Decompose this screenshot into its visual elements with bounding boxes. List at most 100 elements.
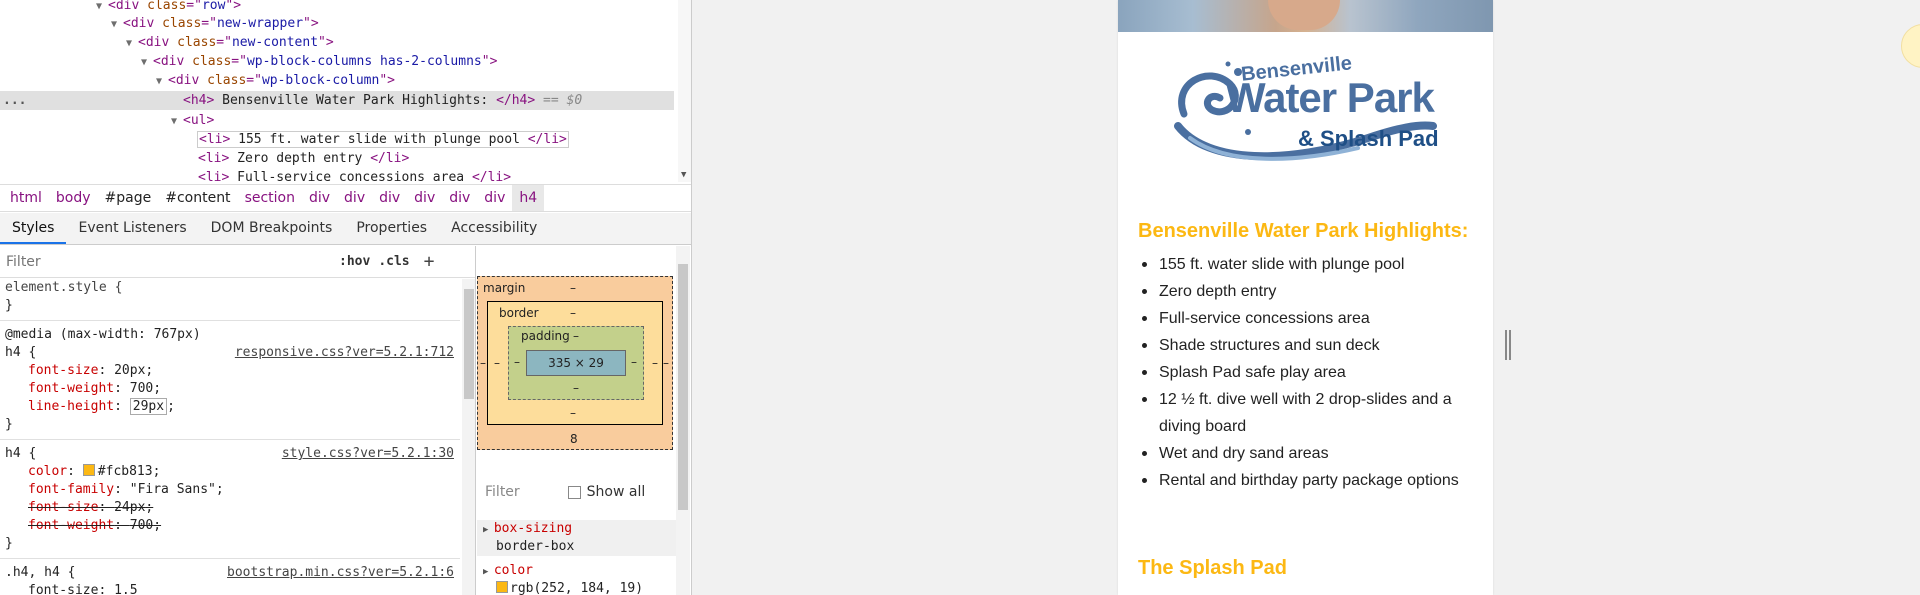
styles-filter-input[interactable] <box>6 250 331 273</box>
list-item: Full-service concessions area <box>1138 305 1483 332</box>
computed-property-value: rgb(252, 184, 19) <box>477 580 677 595</box>
new-rule-plus-icon[interactable]: + <box>424 251 435 272</box>
dom-node-li[interactable]: <li> 155 ft. water slide with plunge poo… <box>0 130 674 149</box>
computed-scrollbar[interactable] <box>676 246 690 595</box>
tab-event-listeners[interactable]: Event Listeners <box>66 213 198 244</box>
logo-line2: Water Park <box>1226 74 1435 121</box>
css-property-overridden[interactable]: font-size: 24px; <box>0 499 460 517</box>
dom-tree-scrollbar[interactable]: ▼ <box>678 0 691 182</box>
dom-node-li[interactable]: <li> Full-service concessions area </li> <box>0 168 674 182</box>
dom-node-column[interactable]: ▼ <div class="wp-block-column"> <box>0 71 674 90</box>
breadcrumb-item[interactable]: div <box>407 185 442 211</box>
box-model-padding[interactable]: padding – – – – 335 × 29 <box>508 326 644 400</box>
dom-node-h4-selected[interactable]: ... <h4> Bensenville Water Park Highlight… <box>0 91 674 110</box>
breadcrumb-item[interactable]: div <box>302 185 337 211</box>
color-swatch-icon[interactable] <box>82 464 95 476</box>
node-actions-ellipsis[interactable]: ... <box>3 91 26 110</box>
scroll-down-arrow-icon[interactable]: ▼ <box>681 170 686 180</box>
dom-tree: ▼ <div class="row"> ▼ <div class="new-wrap… <box>0 0 691 182</box>
style-rules: element.style { } @media (max-width: 767… <box>0 279 460 595</box>
breadcrumb-item-active[interactable]: h4 <box>512 185 545 211</box>
list-item: 155 ft. water slide with plunge pool <box>1138 251 1483 278</box>
breadcrumb-item[interactable]: section <box>238 185 302 211</box>
breadcrumb-item[interactable]: div <box>337 185 372 211</box>
highlights-list: 155 ft. water slide with plunge pool Zer… <box>1138 251 1483 494</box>
rule-selector: h4 {responsive.css?ver=5.2.1:712 <box>5 344 454 362</box>
rule-close: } <box>5 298 13 313</box>
media-query: @media (max-width: 767px) <box>5 327 201 342</box>
dom-node-ul[interactable]: ▼ <ul> <box>0 111 674 130</box>
box-model-content-size[interactable]: 335 × 29 <box>526 350 626 376</box>
highlights-heading: Bensenville Water Park Highlights: <box>1138 220 1469 242</box>
mobile-page: Bensenville Water Park & Splash Pad Bens… <box>1118 0 1493 595</box>
rule-close: } <box>5 417 13 432</box>
tab-accessibility[interactable]: Accessibility <box>439 213 549 244</box>
dom-node-li[interactable]: <li> Zero depth entry </li> <box>0 149 674 168</box>
breadcrumb-item[interactable]: #content <box>158 185 237 211</box>
computed-property[interactable]: ▶ color <box>477 562 677 580</box>
page-viewport: Bensenville Water Park & Splash Pad Bens… <box>693 0 1920 595</box>
class-toggle[interactable]: .cls <box>378 254 409 269</box>
tab-dom-breakpoints[interactable]: DOM Breakpoints <box>199 213 345 244</box>
property-value-editor[interactable]: 29px <box>129 398 168 415</box>
styles-filter-bar: :hov .cls + <box>0 246 475 278</box>
computed-filter-bar: Filter Show all <box>477 478 677 506</box>
splash-pad-heading: The Splash Pad <box>1138 557 1287 579</box>
styles-pane: :hov .cls + element.style { } @media (ma… <box>0 246 476 595</box>
css-property-editing[interactable]: line-height: 29px; <box>0 398 460 416</box>
rule-source-link[interactable]: bootstrap.min.css?ver=5.2.1:6 <box>227 564 454 582</box>
breadcrumb-item[interactable]: div <box>372 185 407 211</box>
tab-properties[interactable]: Properties <box>344 213 439 244</box>
water-park-logo[interactable]: Bensenville Water Park & Splash Pad <box>1168 52 1443 172</box>
css-property-overridden[interactable]: font-weight: 700; <box>0 517 460 535</box>
viewport-resize-handle[interactable] <box>1505 330 1511 360</box>
box-model-border[interactable]: border – – – – padding – – – – 335 × 29 <box>487 301 663 425</box>
hero-photo <box>1118 0 1493 32</box>
list-item: Wet and dry sand areas <box>1138 440 1483 467</box>
tab-styles[interactable]: Styles <box>0 213 67 244</box>
element-style-selector: element.style { <box>5 280 123 295</box>
expand-triangle-icon[interactable]: ▼ <box>141 53 153 72</box>
logo-line3: & Splash Pad <box>1298 126 1439 151</box>
dom-node-new-content[interactable]: ▼ <div class="new-content"> <box>0 33 674 52</box>
devtools-panel: ▼ <div class="row"> ▼ <div class="new-wrap… <box>0 0 692 595</box>
breadcrumb-item[interactable]: html <box>3 185 49 211</box>
rule-source-link[interactable]: style.css?ver=5.2.1:30 <box>282 445 454 463</box>
sidebar-pane-tabs: Styles Event Listeners DOM Breakpoints P… <box>0 213 691 245</box>
rule-selector: .h4, h4 {bootstrap.min.css?ver=5.2.1:6 <box>5 564 454 582</box>
breadcrumb-item[interactable]: div <box>442 185 477 211</box>
styles-scrollbar[interactable] <box>462 279 475 595</box>
box-model-diagram: margin – – – 8 border – – – – padding – … <box>477 276 673 450</box>
computed-property[interactable]: ▶ box-sizing <box>477 520 677 538</box>
hover-state-toggle[interactable]: :hov <box>339 254 370 269</box>
dom-node-row[interactable]: ▼ <div class="row"> <box>0 0 674 15</box>
expand-triangle-icon[interactable]: ▼ <box>126 34 138 53</box>
dom-node-columns[interactable]: ▼ <div class="wp-block-columns has-2-colu… <box>0 52 674 71</box>
computed-filter-input[interactable]: Filter <box>485 484 520 500</box>
computed-properties: ▶ box-sizing border-box ▶ color rgb(252,… <box>477 520 677 595</box>
rule-source-link[interactable]: responsive.css?ver=5.2.1:712 <box>235 344 454 362</box>
expand-triangle-icon[interactable]: ▼ <box>171 112 183 131</box>
expand-triangle-icon[interactable]: ▼ <box>111 15 123 34</box>
breadcrumb-item[interactable]: #page <box>98 185 159 211</box>
show-all-checkbox[interactable] <box>567 485 581 499</box>
computed-pane: margin – – – 8 border – – – – padding – … <box>477 246 691 595</box>
show-all-label: Show all <box>586 484 646 500</box>
breadcrumb-item[interactable]: div <box>477 185 512 211</box>
list-item: Shade structures and sun deck <box>1138 332 1483 359</box>
expand-triangle-icon[interactable]: ▼ <box>156 72 168 91</box>
css-property[interactable]: font-size: 1.5 <box>0 582 460 595</box>
css-property[interactable]: color: #fcb813; <box>0 463 460 481</box>
box-model-margin[interactable]: margin – – – 8 border – – – – padding – … <box>477 276 673 450</box>
dom-node-new-wrapper[interactable]: ▼ <div class="new-wrapper"> <box>0 14 674 33</box>
css-property[interactable]: font-size: 20px; <box>0 362 460 380</box>
breadcrumb-item[interactable]: body <box>49 185 98 211</box>
list-item: Splash Pad safe play area <box>1138 359 1483 386</box>
css-property[interactable]: font-family: "Fira Sans"; <box>0 481 460 499</box>
list-item: 12 ½ ft. dive well with 2 drop-slides an… <box>1138 386 1483 440</box>
color-swatch-icon <box>496 581 508 593</box>
css-property[interactable]: font-weight: 700; <box>0 380 460 398</box>
decorative-circle <box>1901 24 1920 68</box>
list-item: Rental and birthday party package option… <box>1138 467 1483 494</box>
rule-selector: h4 {style.css?ver=5.2.1:30 <box>5 445 454 463</box>
